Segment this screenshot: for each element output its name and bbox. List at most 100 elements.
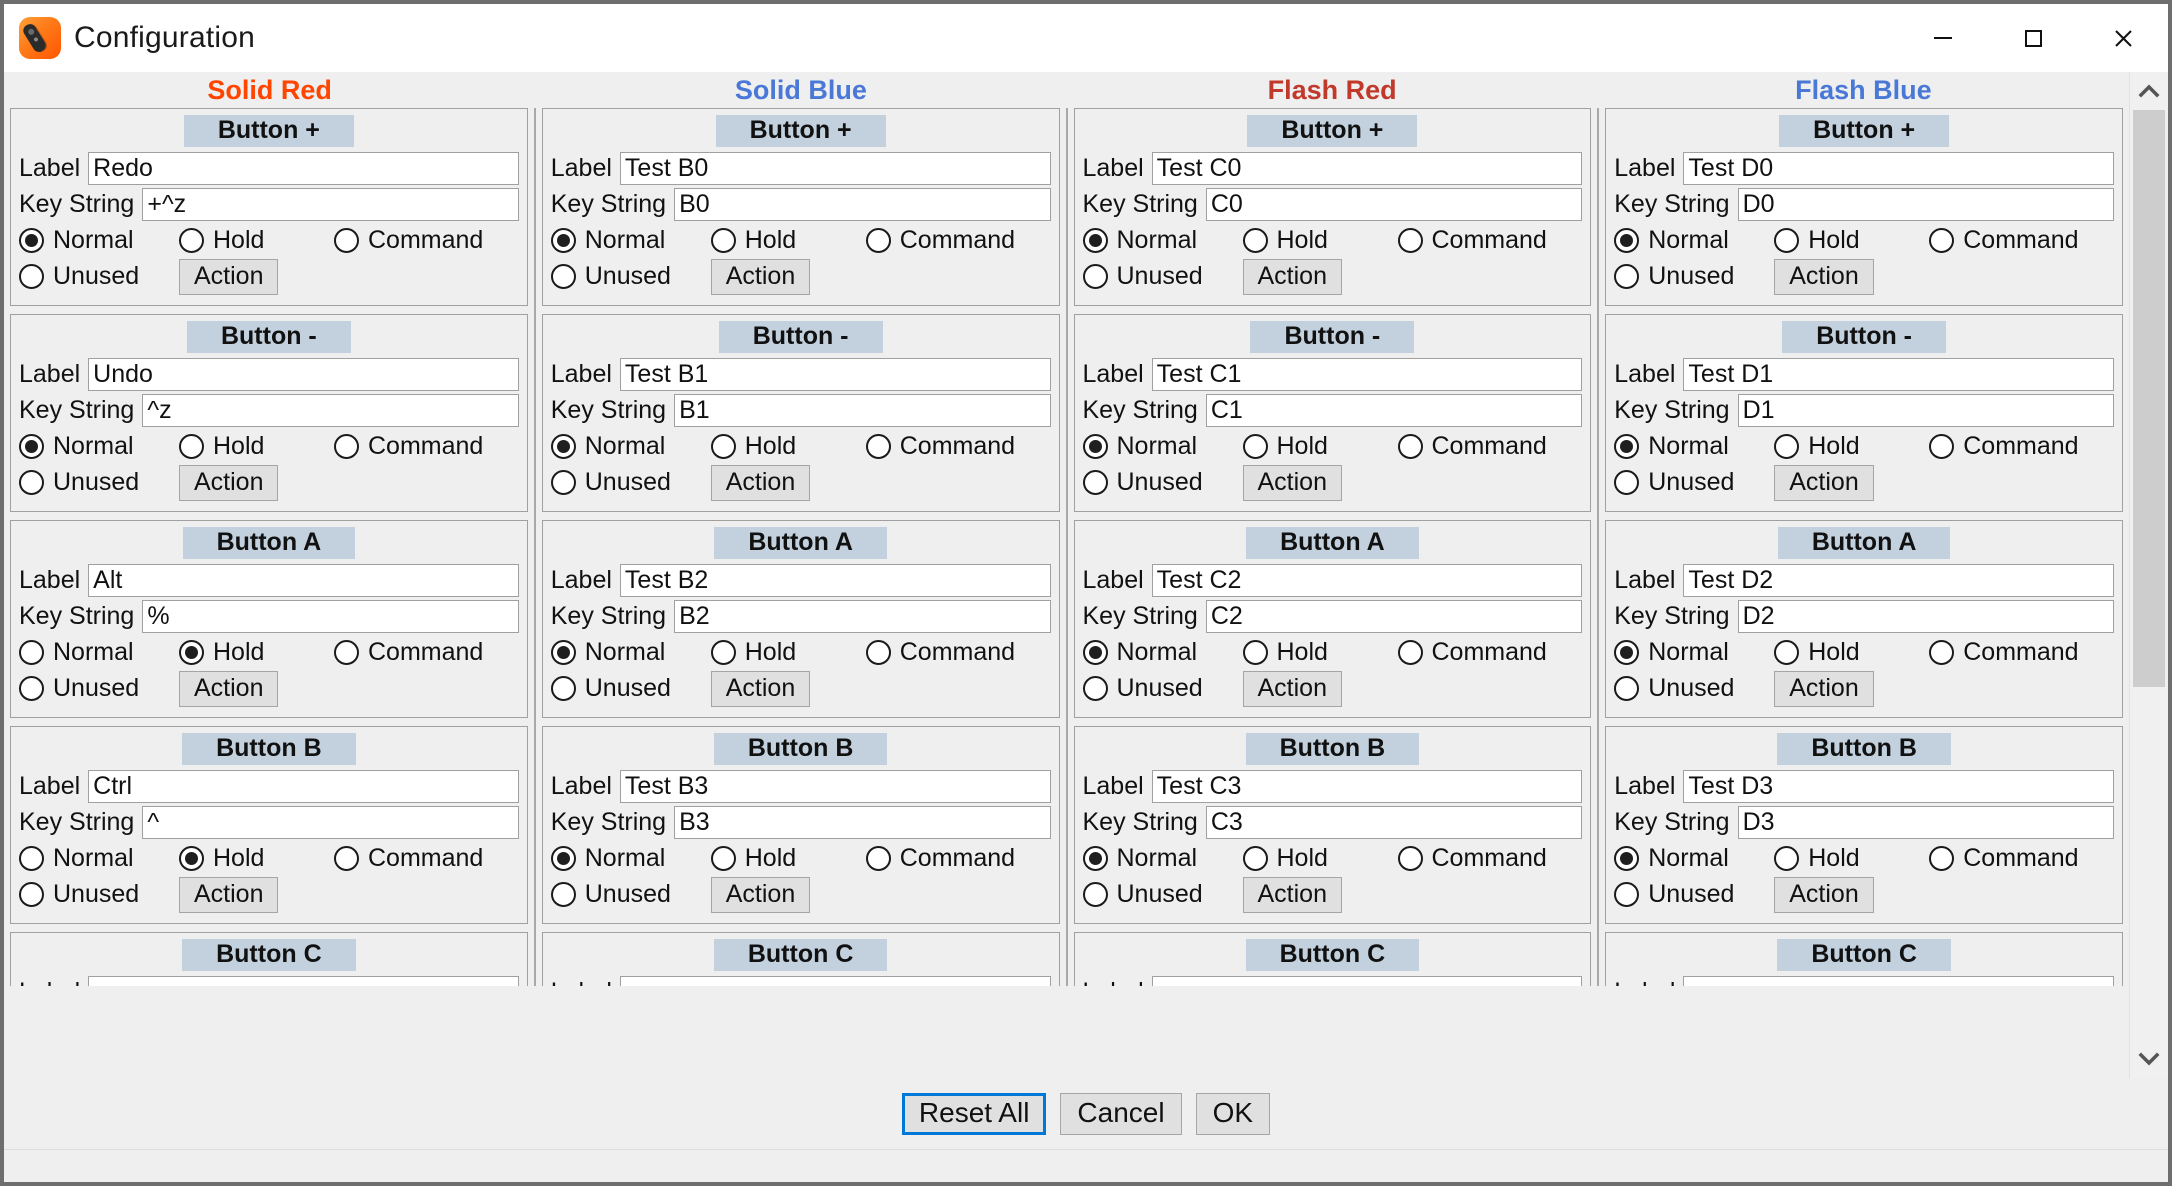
label-field[interactable] bbox=[1151, 357, 1583, 391]
radio-normal[interactable]: Normal bbox=[550, 227, 701, 253]
radio-normal[interactable]: Normal bbox=[550, 433, 701, 459]
label-field[interactable] bbox=[1683, 151, 2114, 185]
radio-button-normal-icon[interactable] bbox=[19, 433, 44, 459]
radio-button-unused-icon[interactable] bbox=[1082, 882, 1108, 908]
action-button[interactable]: Action bbox=[179, 876, 279, 913]
chevron-up-icon[interactable] bbox=[2130, 72, 2168, 110]
radio-button-command-icon[interactable] bbox=[1929, 227, 1955, 253]
radio-unused[interactable]: Unused bbox=[550, 264, 701, 290]
reset-all-button[interactable]: Reset All bbox=[901, 1092, 1047, 1136]
radio-normal[interactable]: Normal bbox=[550, 845, 701, 871]
radio-button-normal-icon[interactable] bbox=[1614, 227, 1640, 253]
action-button[interactable]: Action bbox=[710, 258, 811, 295]
radio-hold[interactable]: Hold bbox=[179, 639, 324, 665]
scrollbar-thumb[interactable] bbox=[2133, 110, 2165, 687]
radio-button-normal-icon[interactable] bbox=[19, 227, 44, 253]
radio-normal[interactable]: Normal bbox=[1614, 845, 1764, 871]
label-field[interactable] bbox=[1151, 769, 1583, 803]
radio-hold[interactable]: Hold bbox=[1242, 227, 1388, 253]
radio-unused[interactable]: Unused bbox=[1082, 264, 1233, 290]
label-field[interactable] bbox=[88, 151, 519, 185]
radio-command[interactable]: Command bbox=[1397, 845, 1547, 871]
action-button[interactable]: Action bbox=[710, 464, 811, 501]
maximize-icon[interactable] bbox=[1988, 4, 2078, 71]
radio-button-hold-icon[interactable] bbox=[1242, 845, 1268, 871]
radio-button-normal-icon[interactable] bbox=[1082, 639, 1108, 665]
radio-button-command-icon[interactable] bbox=[865, 845, 891, 871]
radio-button-hold-icon[interactable] bbox=[710, 227, 736, 253]
radio-hold[interactable]: Hold bbox=[1774, 433, 1919, 459]
radio-button-hold-icon[interactable] bbox=[1774, 639, 1800, 665]
radio-button-command-icon[interactable] bbox=[865, 639, 891, 665]
radio-unused[interactable]: Unused bbox=[550, 470, 701, 496]
radio-normal[interactable]: Normal bbox=[19, 845, 169, 871]
radio-button-command-icon[interactable] bbox=[1929, 845, 1955, 871]
cancel-button[interactable]: Cancel bbox=[1060, 1092, 1182, 1136]
radio-hold[interactable]: Hold bbox=[1242, 639, 1388, 665]
radio-normal[interactable]: Normal bbox=[1082, 639, 1233, 665]
label-field[interactable] bbox=[619, 769, 1051, 803]
radio-button-hold-icon[interactable] bbox=[1242, 227, 1268, 253]
label-field[interactable] bbox=[1151, 975, 1583, 986]
radio-button-hold-icon[interactable] bbox=[710, 639, 736, 665]
label-field[interactable] bbox=[88, 975, 519, 986]
radio-button-command-icon[interactable] bbox=[1397, 639, 1423, 665]
radio-button-hold-icon[interactable] bbox=[710, 433, 736, 459]
radio-hold[interactable]: Hold bbox=[1774, 639, 1919, 665]
radio-button-unused-icon[interactable] bbox=[1082, 470, 1108, 496]
key-string-field[interactable] bbox=[1737, 393, 2114, 427]
chevron-down-icon[interactable] bbox=[2130, 1040, 2168, 1078]
radio-command[interactable]: Command bbox=[1397, 433, 1547, 459]
radio-command[interactable]: Command bbox=[865, 845, 1015, 871]
radio-button-normal-icon[interactable] bbox=[550, 227, 576, 253]
label-field[interactable] bbox=[1683, 357, 2114, 391]
radio-button-normal-icon[interactable] bbox=[19, 639, 44, 665]
action-button[interactable]: Action bbox=[1242, 876, 1342, 913]
radio-command[interactable]: Command bbox=[1929, 639, 2079, 665]
key-string-field[interactable] bbox=[674, 393, 1051, 427]
radio-button-command-icon[interactable] bbox=[334, 845, 359, 871]
radio-button-command-icon[interactable] bbox=[865, 433, 891, 459]
radio-unused[interactable]: Unused bbox=[1614, 882, 1764, 908]
radio-button-hold-icon[interactable] bbox=[1242, 639, 1268, 665]
radio-button-command-icon[interactable] bbox=[1929, 433, 1955, 459]
key-string-field[interactable] bbox=[1737, 187, 2114, 221]
radio-button-unused-icon[interactable] bbox=[19, 470, 44, 496]
radio-command[interactable]: Command bbox=[1397, 227, 1547, 253]
radio-hold[interactable]: Hold bbox=[710, 845, 856, 871]
radio-button-unused-icon[interactable] bbox=[550, 470, 576, 496]
radio-button-unused-icon[interactable] bbox=[1082, 264, 1108, 290]
key-string-field[interactable] bbox=[1205, 393, 1583, 427]
radio-button-hold-icon[interactable] bbox=[1242, 433, 1268, 459]
radio-command[interactable]: Command bbox=[865, 227, 1015, 253]
radio-hold[interactable]: Hold bbox=[1774, 845, 1919, 871]
action-button[interactable]: Action bbox=[1774, 876, 1874, 913]
action-button[interactable]: Action bbox=[710, 670, 811, 707]
radio-button-normal-icon[interactable] bbox=[550, 845, 576, 871]
radio-normal[interactable]: Normal bbox=[550, 639, 701, 665]
radio-button-command-icon[interactable] bbox=[1397, 433, 1423, 459]
radio-hold[interactable]: Hold bbox=[1242, 433, 1388, 459]
action-button[interactable]: Action bbox=[710, 876, 811, 913]
radio-button-unused-icon[interactable] bbox=[1614, 470, 1640, 496]
radio-button-normal-icon[interactable] bbox=[1082, 433, 1108, 459]
action-button[interactable]: Action bbox=[1774, 670, 1874, 707]
label-field[interactable] bbox=[1151, 563, 1583, 597]
radio-button-normal-icon[interactable] bbox=[19, 845, 44, 871]
radio-command[interactable]: Command bbox=[334, 227, 483, 253]
radio-command[interactable]: Command bbox=[1929, 433, 2079, 459]
label-field[interactable] bbox=[1683, 563, 2114, 597]
radio-normal[interactable]: Normal bbox=[1082, 845, 1233, 871]
key-string-field[interactable] bbox=[1205, 805, 1583, 839]
radio-button-hold-icon[interactable] bbox=[710, 845, 736, 871]
radio-button-command-icon[interactable] bbox=[1397, 227, 1423, 253]
radio-unused[interactable]: Unused bbox=[550, 676, 701, 702]
action-button[interactable]: Action bbox=[179, 258, 279, 295]
radio-hold[interactable]: Hold bbox=[1242, 845, 1388, 871]
action-button[interactable]: Action bbox=[1242, 670, 1342, 707]
radio-button-hold-icon[interactable] bbox=[179, 227, 204, 253]
key-string-field[interactable] bbox=[674, 187, 1051, 221]
action-button[interactable]: Action bbox=[1774, 464, 1874, 501]
radio-hold[interactable]: Hold bbox=[710, 639, 856, 665]
radio-normal[interactable]: Normal bbox=[1082, 433, 1233, 459]
